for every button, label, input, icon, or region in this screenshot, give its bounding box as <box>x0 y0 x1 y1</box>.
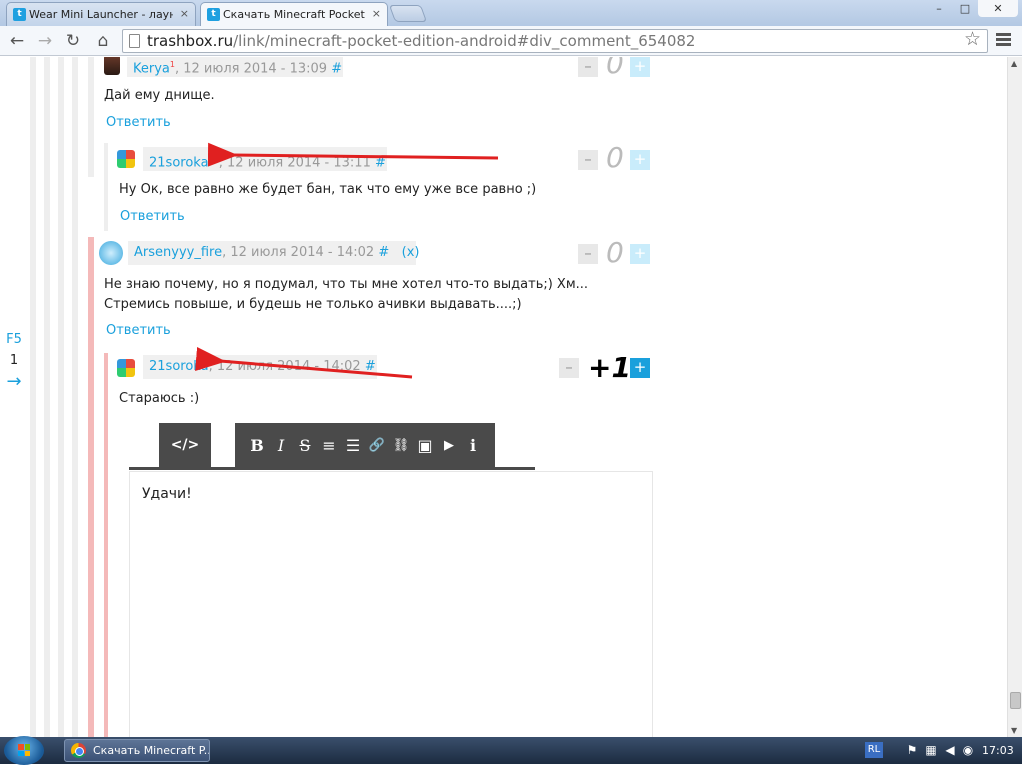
image-icon[interactable]: ▣ <box>415 436 435 456</box>
network-icon[interactable]: ▦ <box>924 743 938 757</box>
editor-toolbar: B I S ≡ ☰ 🔗 ⛓ ▣ ▶ ℹ <box>235 423 495 468</box>
tab-label: Скачать Minecraft Pocket Ed <box>223 8 365 21</box>
italic-icon[interactable]: I <box>271 436 291 456</box>
language-indicator[interactable]: RL <box>865 742 883 758</box>
link-icon[interactable]: 🔗 <box>367 436 387 456</box>
url-host: trashbox.ru <box>147 32 234 50</box>
tab-close-icon[interactable]: × <box>372 7 381 20</box>
browser-toolbar: ← → ↻ ⌂ trashbox.ru/link/minecraft-pocke… <box>0 26 1022 56</box>
unordered-list-icon[interactable]: ☰ <box>343 436 363 456</box>
annotation-arrow <box>195 347 413 379</box>
annotation-arrow <box>207 142 499 167</box>
editor-toolbar-base <box>129 467 535 470</box>
source-code-button[interactable]: </> <box>159 423 211 468</box>
notification-flag-icon[interactable]: ⚑ <box>905 743 919 757</box>
browser-titlebar: t Wear Mini Launcher - лаунче × t Скачат… <box>0 0 1022 26</box>
windows-taskbar: Скачать Minecraft P... RL ⚑ ▦ ◀ ◉ 17:03 <box>0 736 1022 765</box>
strikethrough-icon[interactable]: S <box>295 436 315 456</box>
taskbar-window-label: Скачать Minecraft P... <box>93 744 210 757</box>
tab-minecraft-pocket[interactable]: t Скачать Minecraft Pocket Ed × <box>200 2 388 26</box>
tab-close-icon[interactable]: × <box>180 7 189 20</box>
close-window-button[interactable]: ✕ <box>978 0 1018 17</box>
page-content: F5 1 → Kerya1, 12 июля 2014 - 13:09 # – … <box>0 57 1007 737</box>
volume-icon[interactable]: ◀ <box>943 743 957 757</box>
ordered-list-icon[interactable]: ≡ <box>319 436 339 456</box>
maximize-button[interactable]: □ <box>952 0 978 17</box>
page-icon <box>129 34 140 48</box>
back-button[interactable]: ← <box>6 30 28 52</box>
chrome-icon <box>71 743 86 758</box>
reload-button[interactable]: ↻ <box>62 30 84 52</box>
comment-editor[interactable]: Удачи! <box>129 471 653 737</box>
wifi-icon[interactable]: ◉ <box>961 743 975 757</box>
trashbox-favicon-icon: t <box>207 8 220 21</box>
video-icon[interactable]: ▶ <box>439 436 459 456</box>
minimize-button[interactable]: – <box>926 0 952 17</box>
home-button[interactable]: ⌂ <box>92 30 114 52</box>
bold-icon[interactable]: B <box>247 436 267 456</box>
bookmark-star-icon[interactable]: ☆ <box>964 28 981 50</box>
system-clock[interactable]: 17:03 <box>982 737 1014 764</box>
trashbox-favicon-icon: t <box>13 8 26 21</box>
menu-icon[interactable] <box>996 33 1011 48</box>
address-bar[interactable]: trashbox.ru/link/minecraft-pocket-editio… <box>122 29 988 53</box>
window-controls: – □ ✕ <box>926 0 1018 17</box>
taskbar-chrome-window[interactable]: Скачать Minecraft P... <box>64 739 210 762</box>
tab-label: Wear Mini Launcher - лаунче <box>29 8 173 21</box>
forward-button[interactable]: → <box>34 30 56 52</box>
scroll-up-arrow-icon[interactable]: ▲ <box>1011 59 1017 68</box>
new-tab-button[interactable] <box>388 5 428 22</box>
start-button[interactable] <box>4 736 44 765</box>
tab-wear-mini-launcher[interactable]: t Wear Mini Launcher - лаунче × <box>6 2 196 26</box>
info-icon[interactable]: ℹ <box>463 436 483 456</box>
scroll-down-arrow-icon[interactable]: ▼ <box>1011 726 1017 735</box>
unlink-icon[interactable]: ⛓ <box>391 436 411 456</box>
url-path: /link/minecraft-pocket-edition-android#d… <box>233 32 696 50</box>
scroll-thumb[interactable] <box>1010 692 1021 709</box>
page-scrollbar[interactable]: ▲ ▼ <box>1007 57 1022 737</box>
windows-logo-icon <box>18 744 30 756</box>
